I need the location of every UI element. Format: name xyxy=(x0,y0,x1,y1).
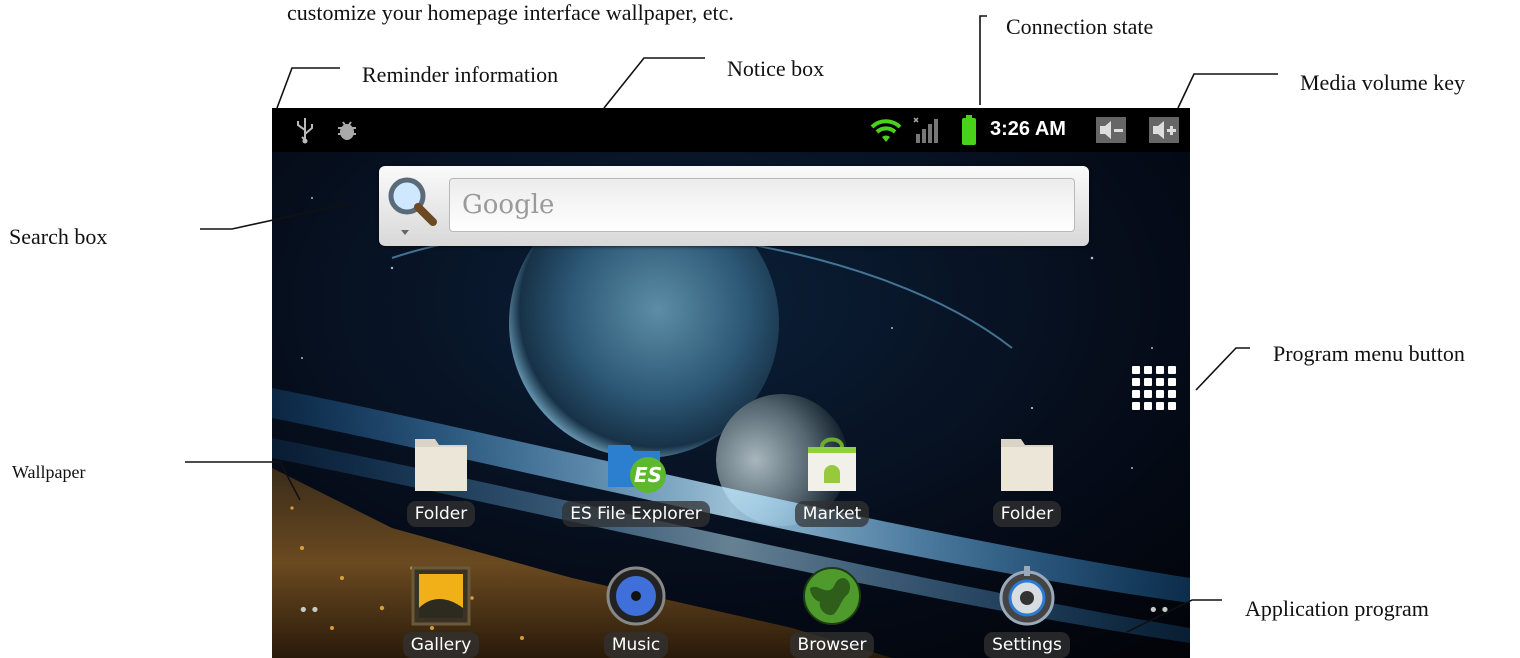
search-box-label: Search box xyxy=(9,224,108,249)
browser-icon xyxy=(803,567,861,625)
grid-icon-cell xyxy=(1168,390,1176,398)
connection-label: Connection state xyxy=(1006,14,1154,39)
market-icon xyxy=(808,437,856,491)
program-menu-label: Program menu button xyxy=(1273,341,1465,366)
grid-icon-cell xyxy=(1132,402,1140,410)
grid-icon-cell xyxy=(1132,378,1140,386)
clock: 3:26 AM xyxy=(990,118,1066,140)
grid-icon-cell xyxy=(1168,378,1176,386)
app-settings[interactable]: Settings xyxy=(952,564,1102,658)
intro-text: customize your homepage interface wallpa… xyxy=(287,0,734,25)
grid-icon-cell xyxy=(1168,402,1176,410)
grid-icon-cell xyxy=(1144,402,1152,410)
app-label: Folder xyxy=(992,501,1062,527)
app-folder-1[interactable]: Folder xyxy=(366,433,516,529)
app-label: Folder xyxy=(406,501,476,527)
page-indicator-left[interactable]: •• xyxy=(298,600,321,621)
search-box[interactable]: Google xyxy=(379,166,1089,246)
search-input[interactable]: Google xyxy=(449,178,1075,232)
manual-page: customize your homepage interface wallpa… xyxy=(0,0,1520,658)
grid-icon-cell xyxy=(1156,378,1164,386)
music-icon xyxy=(606,566,666,626)
grid-icon-cell xyxy=(1144,366,1152,374)
app-folder-2[interactable]: Folder xyxy=(952,433,1102,529)
reminder-label: Reminder information xyxy=(362,62,559,87)
page-indicator-right[interactable]: •• xyxy=(1148,600,1171,621)
app-label: Settings xyxy=(984,632,1070,658)
app-label: Music xyxy=(603,632,669,658)
volume-up-icon[interactable] xyxy=(1148,116,1180,144)
gallery-icon xyxy=(411,566,471,626)
app-label: Market xyxy=(794,501,870,527)
app-es-file-explorer[interactable]: ES ES File Explorer xyxy=(561,433,711,529)
search-icon[interactable] xyxy=(383,172,441,238)
signal-icon xyxy=(913,117,938,143)
usb-icon xyxy=(297,118,313,144)
media-volume-label: Media volume key xyxy=(1300,70,1465,95)
grid-icon-cell xyxy=(1132,390,1140,398)
app-label: Browser xyxy=(789,632,875,658)
app-music[interactable]: Music xyxy=(561,564,711,658)
debug-icon xyxy=(338,121,356,140)
es-file-explorer-icon: ES xyxy=(608,445,666,493)
status-bar: 3:26 AM xyxy=(272,108,1190,152)
folder-icon xyxy=(1001,439,1053,491)
grid-icon-cell xyxy=(1156,402,1164,410)
battery-icon xyxy=(962,115,976,145)
grid-icon-cell xyxy=(1144,390,1152,398)
application-label: Application program xyxy=(1245,596,1429,621)
settings-icon xyxy=(999,566,1055,626)
wifi-icon xyxy=(870,119,902,142)
grid-icon-cell xyxy=(1168,366,1176,374)
svg-text:ES: ES xyxy=(634,463,662,487)
grid-icon-cell xyxy=(1156,366,1164,374)
app-label: ES File Explorer xyxy=(562,501,710,527)
app-gallery[interactable]: Gallery xyxy=(366,564,516,658)
device-screen: 3:26 AM Google Folder ES ES File Explore… xyxy=(272,108,1190,658)
grid-icon-cell xyxy=(1156,390,1164,398)
app-label: Gallery xyxy=(402,632,480,658)
app-market[interactable]: Market xyxy=(757,433,907,529)
grid-icon-cell xyxy=(1132,366,1140,374)
app-browser[interactable]: Browser xyxy=(757,564,907,658)
grid-icon-cell xyxy=(1144,378,1152,386)
wallpaper-label: Wallpaper xyxy=(12,462,86,482)
volume-down-icon[interactable] xyxy=(1095,116,1127,144)
app-menu-button[interactable] xyxy=(1132,366,1182,416)
notice-label: Notice box xyxy=(727,56,825,81)
folder-icon xyxy=(415,439,467,491)
